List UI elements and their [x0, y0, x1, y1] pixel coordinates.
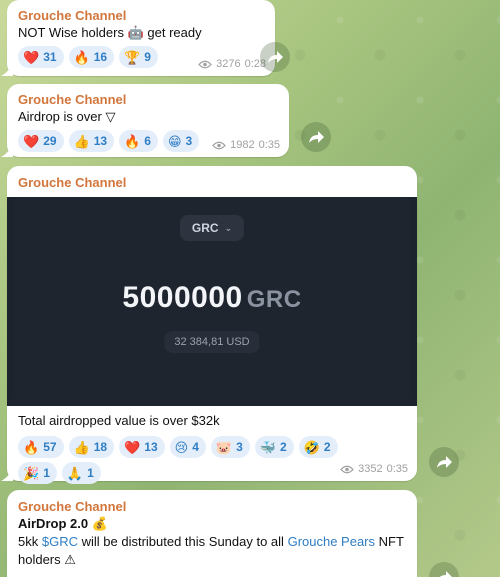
share-button-3[interactable]: [429, 447, 459, 477]
share-button-4[interactable]: [429, 562, 459, 577]
reaction-whale[interactable]: 🐳 2: [254, 436, 294, 458]
reaction-trophy[interactable]: 🏆 9: [119, 46, 158, 68]
message-text: Airdrop is over ▽: [18, 109, 116, 124]
grouche-pears-link[interactable]: Grouche Pears: [288, 534, 375, 549]
eye-icon: [340, 465, 354, 473]
share-arrow-icon: [267, 50, 283, 63]
view-count: 3276: [216, 58, 241, 70]
sender-name[interactable]: Grouche Channel: [18, 91, 279, 108]
token-selector: GRC ⌄: [179, 215, 245, 241]
message-time: 0:35: [386, 463, 408, 475]
reaction-thumbs-up[interactable]: 👍 13: [68, 130, 115, 152]
reaction-heart[interactable]: ❤️ 29: [18, 130, 64, 152]
message-text: NOT Wise holders 🤖 get ready: [18, 25, 202, 40]
share-arrow-icon: [308, 130, 324, 143]
reaction-grin[interactable]: 😁 3: [162, 130, 200, 152]
message-bubble-1[interactable]: Grouche Channel NOT Wise holders 🤖 get r…: [7, 0, 275, 76]
share-button-1[interactable]: [260, 42, 290, 72]
reaction-fire[interactable]: 🔥 16: [68, 46, 115, 68]
robot-emoji: 🤖: [127, 25, 144, 40]
hashtag-link-grc[interactable]: $GRC: [42, 534, 78, 549]
wallet-card: GRC ⌄ 5000000 GRC 32 384,81 USD: [13, 197, 411, 400]
reaction-fire[interactable]: 🔥 57: [18, 436, 64, 458]
sender-name[interactable]: Grouche Channel: [18, 498, 407, 515]
reaction-crying[interactable]: 😢 4: [169, 436, 206, 458]
ton-emoji: ▽: [105, 109, 116, 124]
reaction-thumbs-up[interactable]: 👍 18: [68, 436, 115, 458]
message-meta: 3276 0:28: [198, 58, 266, 70]
view-count: 1982: [230, 139, 255, 151]
usd-value: 32 384,81 USD: [164, 331, 260, 353]
chevron-down-icon: ⌄: [224, 222, 233, 233]
view-count: 3352: [358, 463, 383, 475]
share-arrow-icon: [436, 455, 452, 468]
reaction-fire[interactable]: 🔥 6: [119, 130, 158, 152]
message-meta: 1982 0:35: [212, 139, 280, 151]
share-button-2[interactable]: [301, 122, 331, 152]
pyramid-emoji: ⚠: [64, 552, 76, 567]
reaction-heart[interactable]: ❤️ 31: [18, 46, 64, 68]
post-title: AirDrop 2.0 💰: [18, 516, 108, 531]
message-bubble-4[interactable]: Grouche Channel AirDrop 2.0 💰 5kk $GRC w…: [7, 490, 417, 577]
message-time: 0:35: [258, 139, 280, 151]
reaction-rofl[interactable]: 🤣 2: [298, 436, 338, 458]
message-meta: 3352 0:35: [340, 463, 408, 475]
reaction-heart[interactable]: ❤️ 13: [119, 436, 165, 458]
post-body: 5kk $GRC will be distributed this Sunday…: [18, 534, 404, 567]
money-bag-emoji: 💰: [91, 516, 108, 531]
sender-name[interactable]: Grouche Channel: [18, 174, 407, 191]
token-amount: 5000000 GRC: [122, 281, 302, 314]
message-bubble-3[interactable]: Grouche Channel GRC ⌄ 5000000 GRC 32 384,…: [7, 166, 417, 484]
reaction-pig[interactable]: 🐷 3: [210, 436, 250, 458]
eye-icon: [212, 141, 226, 149]
share-arrow-icon: [438, 570, 452, 577]
message-text: Total airdropped value is over $32k: [18, 413, 220, 428]
reaction-pray[interactable]: 🙏 1: [61, 462, 101, 484]
reactions-bar: 🔥 57 👍 18 ❤️ 13 😢 4 🐷 3 🐳 2 🤣 2 🎉 1 🙏 1: [18, 436, 378, 484]
sender-name[interactable]: Grouche Channel: [18, 7, 265, 24]
message-bubble-2[interactable]: Grouche Channel Airdrop is over ▽ ❤️ 29 👍…: [7, 84, 289, 157]
reaction-party[interactable]: 🎉 1: [18, 462, 57, 484]
eye-icon: [198, 60, 212, 68]
media-image[interactable]: GRC ⌄ 5000000 GRC 32 384,81 USD: [7, 197, 417, 406]
